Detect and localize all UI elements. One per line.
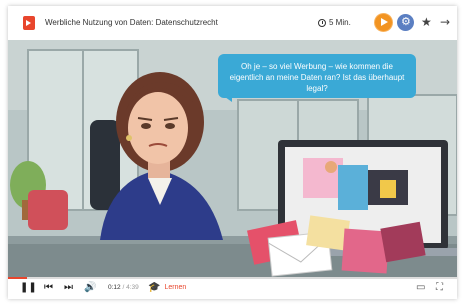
star-icon[interactable]: ★ <box>421 15 432 29</box>
current-time: 0:12 <box>108 284 121 291</box>
arrow-right-icon[interactable]: → <box>440 15 450 29</box>
settings-button[interactable] <box>397 14 414 31</box>
learn-label: Lernen <box>164 284 187 291</box>
volume-icon[interactable]: 🔊 <box>84 282 96 294</box>
time-display: 0:12 / 4:39 <box>108 284 139 291</box>
graduation-cap-icon: 🎓 <box>148 282 161 293</box>
playback-controls: ❚❚ ⏮ ⏭ 🔊 0:12 / 4:39 🎓 Lernen ▭ ⛶ <box>8 277 457 299</box>
document-play-icon <box>23 16 35 30</box>
progress-bar[interactable] <box>8 277 457 279</box>
learn-button[interactable]: 🎓 Lernen <box>148 282 186 293</box>
skip-back-icon[interactable]: ⏮ <box>44 282 53 294</box>
progress-fill <box>8 277 28 279</box>
total-time: 4:39 <box>126 284 139 291</box>
skip-forward-icon[interactable]: ⏭ <box>64 282 73 294</box>
captions-icon[interactable]: ▭ <box>416 282 425 293</box>
pause-icon[interactable]: ❚❚ <box>20 282 37 294</box>
clock-icon <box>318 18 326 27</box>
duration-info: 5 Min. <box>318 18 351 27</box>
player-window: Werbliche Nutzung von Daten: Datenschutz… <box>8 6 457 299</box>
speech-bubble: Oh je – so viel Werbung – wie kommen die… <box>218 54 416 102</box>
fullscreen-icon[interactable]: ⛶ <box>436 282 443 293</box>
duration-text: 5 Min. <box>329 18 351 27</box>
play-button[interactable] <box>375 14 392 31</box>
player-header: Werbliche Nutzung von Daten: Datenschutz… <box>8 6 457 40</box>
lesson-title: Werbliche Nutzung von Daten: Datenschutz… <box>45 18 218 27</box>
video-frame[interactable]: Oh je – so viel Werbung – wie kommen die… <box>8 40 457 277</box>
